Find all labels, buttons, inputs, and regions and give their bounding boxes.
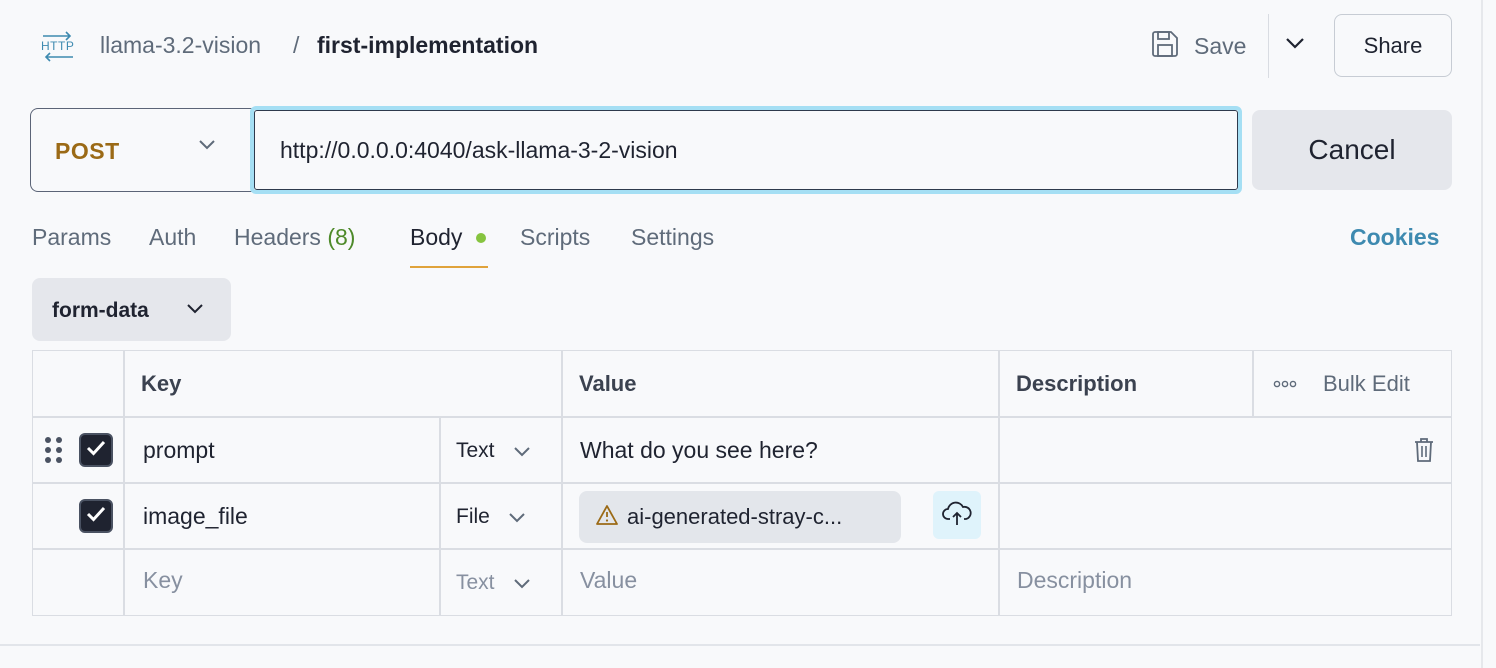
key-cell[interactable]: image_file <box>143 503 248 530</box>
save-options-dropdown[interactable] <box>1280 30 1310 60</box>
tab-params[interactable]: Params <box>32 224 111 251</box>
tab-body[interactable]: Body <box>410 224 462 251</box>
new-key-input[interactable]: Key <box>143 567 183 594</box>
type-label: File <box>456 505 490 528</box>
checkmark-icon <box>85 439 107 462</box>
url-input[interactable]: http://0.0.0.0:4040/ask-llama-3-2-vision <box>250 106 1242 194</box>
tab-scripts[interactable]: Scripts <box>520 224 590 251</box>
chevron-down-icon <box>508 505 526 529</box>
chevron-down-icon <box>513 571 531 595</box>
type-label: Text <box>456 439 495 462</box>
active-tab-underline <box>410 266 488 268</box>
type-label: Text <box>456 571 495 594</box>
chevron-down-icon <box>513 439 531 463</box>
new-description-input[interactable]: Description <box>1017 567 1132 594</box>
cancel-button[interactable]: Cancel <box>1252 110 1452 190</box>
save-icon <box>1150 29 1180 64</box>
trash-icon[interactable] <box>1413 437 1435 468</box>
body-indicator-dot <box>476 233 486 243</box>
type-select[interactable]: Text <box>456 439 531 463</box>
drag-handle-icon[interactable] <box>45 437 63 463</box>
tab-settings[interactable]: Settings <box>631 224 714 251</box>
file-name: ai-generated-stray-c... <box>627 504 843 529</box>
headers-count: (8) <box>327 224 356 250</box>
chevron-down-icon <box>185 298 205 323</box>
checkmark-icon <box>85 505 107 528</box>
save-label: Save <box>1194 32 1247 59</box>
panel-divider <box>1481 0 1483 668</box>
value-cell[interactable]: What do you see here? <box>580 437 818 464</box>
file-chip[interactable]: ai-generated-stray-c... <box>579 491 901 543</box>
breadcrumb-separator: / <box>293 32 300 58</box>
col-divider <box>1252 351 1254 417</box>
tab-headers[interactable]: Headers (8) <box>234 224 355 251</box>
cloud-upload-icon <box>941 499 973 532</box>
new-value-input[interactable]: Value <box>580 567 637 594</box>
http-icon: HTTP <box>40 30 76 62</box>
chevron-down-icon <box>1285 36 1305 54</box>
url-value: http://0.0.0.0:4040/ask-llama-3-2-vision <box>280 137 678 163</box>
body-type-label: form-data <box>52 299 149 322</box>
svg-text:HTTP: HTTP <box>41 39 74 53</box>
method-label: POST <box>55 138 120 164</box>
share-button[interactable]: Share <box>1334 14 1452 77</box>
more-icon <box>1273 375 1297 393</box>
breadcrumb-request-name[interactable]: first-implementation <box>317 32 538 59</box>
key-cell[interactable]: prompt <box>143 437 215 464</box>
bulk-edit-button[interactable]: Bulk Edit <box>1273 371 1410 397</box>
bulk-edit-label: Bulk Edit <box>1323 371 1410 396</box>
divider <box>1268 14 1269 78</box>
tab-auth[interactable]: Auth <box>149 224 196 251</box>
method-select[interactable]: POST <box>30 108 252 192</box>
column-header-description: Description <box>1016 371 1138 396</box>
section-divider <box>0 644 1480 646</box>
type-select[interactable]: Text <box>456 571 531 595</box>
form-data-table: Key Value Description Bulk Edit prompt T… <box>32 350 1452 616</box>
row-enabled-checkbox[interactable] <box>79 433 113 467</box>
save-button[interactable]: Save <box>1150 24 1246 68</box>
type-select[interactable]: File <box>456 505 526 529</box>
table-row: prompt Text What do you see here? <box>33 417 1451 483</box>
column-header-value: Value <box>579 371 637 396</box>
cookies-link[interactable]: Cookies <box>1350 224 1439 251</box>
column-header-key: Key <box>141 371 182 396</box>
warning-icon <box>595 504 619 531</box>
request-header: HTTP llama-3.2-vision / first-implementa… <box>0 0 1480 92</box>
tab-headers-label: Headers <box>234 224 321 250</box>
table-row-new: Key Text Value Description <box>33 549 1451 615</box>
breadcrumb-collection[interactable]: llama-3.2-vision <box>100 32 261 59</box>
row-enabled-checkbox[interactable] <box>79 499 113 533</box>
upload-file-button[interactable] <box>933 491 981 539</box>
body-type-select[interactable]: form-data <box>32 278 231 341</box>
chevron-down-icon <box>197 137 217 156</box>
